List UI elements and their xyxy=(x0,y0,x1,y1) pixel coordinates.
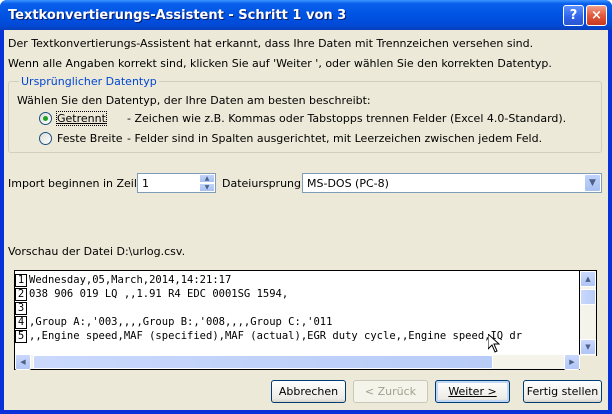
next-button[interactable]: Weiter > xyxy=(435,380,510,403)
file-origin-select[interactable]: MS-DOS (PC-8) ▼ xyxy=(302,173,602,193)
file-origin-value[interactable]: MS-DOS (PC-8) xyxy=(307,177,389,190)
import-start-row-value[interactable]: 1 xyxy=(142,177,149,190)
preview-row-number: 2 xyxy=(15,288,27,301)
radio-feste-breite-description: - Felder sind in Spalten ausgerichtet, m… xyxy=(127,132,543,145)
preview-row-text: ,Group A:,'003,,,,Group B:,'008,,,,Group… xyxy=(29,316,333,328)
wizard-window: Textkonvertierungs-Assistent - Schritt 1… xyxy=(0,0,612,414)
scroll-down-icon[interactable]: ▼ xyxy=(580,339,596,355)
scroll-left-icon[interactable]: ◀ xyxy=(15,354,31,370)
stepper-up-icon[interactable]: ▲ xyxy=(199,174,215,183)
window-title: Textkonvertierungs-Assistent - Schritt 1… xyxy=(8,8,347,23)
preview-row-text: 038 906 019 LQ ,,1.91 R4 EDC 0001SG 1594… xyxy=(29,288,289,300)
scroll-right-icon[interactable]: ▶ xyxy=(564,354,580,370)
scroll-up-icon[interactable]: ▲ xyxy=(580,271,596,287)
radio-feste-breite-label[interactable]: Feste Breite xyxy=(57,132,123,145)
preview-row-number: 5 xyxy=(15,330,27,343)
datatype-group: Ursprünglicher Datentyp Wählen Sie den D… xyxy=(8,75,602,153)
radio-getrennt-description: - Zeichen wie z.B. Kommas oder Tabstopps… xyxy=(127,112,567,125)
datatype-group-legend: Ursprünglicher Datentyp xyxy=(19,75,159,88)
stepper-arrows[interactable]: ▲ ▼ xyxy=(199,174,215,192)
datatype-prompt: Wählen Sie den Datentyp, der Ihre Daten … xyxy=(17,94,371,107)
next-button-label[interactable]: Weiter > xyxy=(448,385,496,398)
intro-text-2: Wenn alle Angaben korrekt sind, klicken … xyxy=(8,57,552,70)
cancel-button[interactable]: Abbrechen xyxy=(271,380,346,403)
help-button[interactable]: ? xyxy=(563,5,584,26)
radio-getrennt[interactable] xyxy=(39,112,52,125)
title-bar[interactable]: Textkonvertierungs-Assistent - Schritt 1… xyxy=(0,0,612,30)
preview-row-text: Wednesday,05,March,2014,14:21:17 xyxy=(29,274,232,286)
preview-row-number: 4 xyxy=(15,316,27,329)
preview-row-number: 1 xyxy=(15,274,27,287)
preview-vertical-scrollbar[interactable]: ▲ ▼ xyxy=(580,270,597,356)
mouse-cursor-icon xyxy=(487,332,501,357)
radio-feste-breite[interactable] xyxy=(39,132,52,145)
dialog-body: Der Textkonvertierungs-Assistent hat erk… xyxy=(4,30,608,410)
horizontal-scroll-thumb[interactable] xyxy=(33,355,493,369)
vertical-scroll-thumb[interactable] xyxy=(580,289,596,305)
radio-getrennt-text[interactable]: Getrennt xyxy=(56,111,107,126)
scrollbar-corner xyxy=(580,356,597,370)
chevron-down-icon[interactable]: ▼ xyxy=(584,174,601,192)
preview-label: Vorschau der Datei D:\urlog.csv. xyxy=(8,245,186,258)
finish-button[interactable]: Fertig stellen xyxy=(523,380,602,403)
back-button[interactable]: < Zurück xyxy=(353,380,428,403)
preview-row-number: 3 xyxy=(15,302,27,315)
file-origin-label: Dateiursprung: xyxy=(222,177,305,190)
radio-getrennt-label[interactable]: Getrennt xyxy=(56,111,107,126)
intro-text-1: Der Textkonvertierungs-Assistent hat erk… xyxy=(8,37,534,50)
close-button[interactable]: × xyxy=(586,5,607,26)
preview-row-text: ,,Engine speed,MAF (specified),MAF (actu… xyxy=(29,330,523,342)
preview-horizontal-scrollbar[interactable]: ◀ ▶ xyxy=(14,354,580,370)
import-start-label: Import beginnen in Zeile: xyxy=(8,177,148,190)
stepper-down-icon[interactable]: ▼ xyxy=(199,183,215,192)
import-start-row-stepper[interactable]: 1 ▲ ▼ xyxy=(137,173,216,193)
